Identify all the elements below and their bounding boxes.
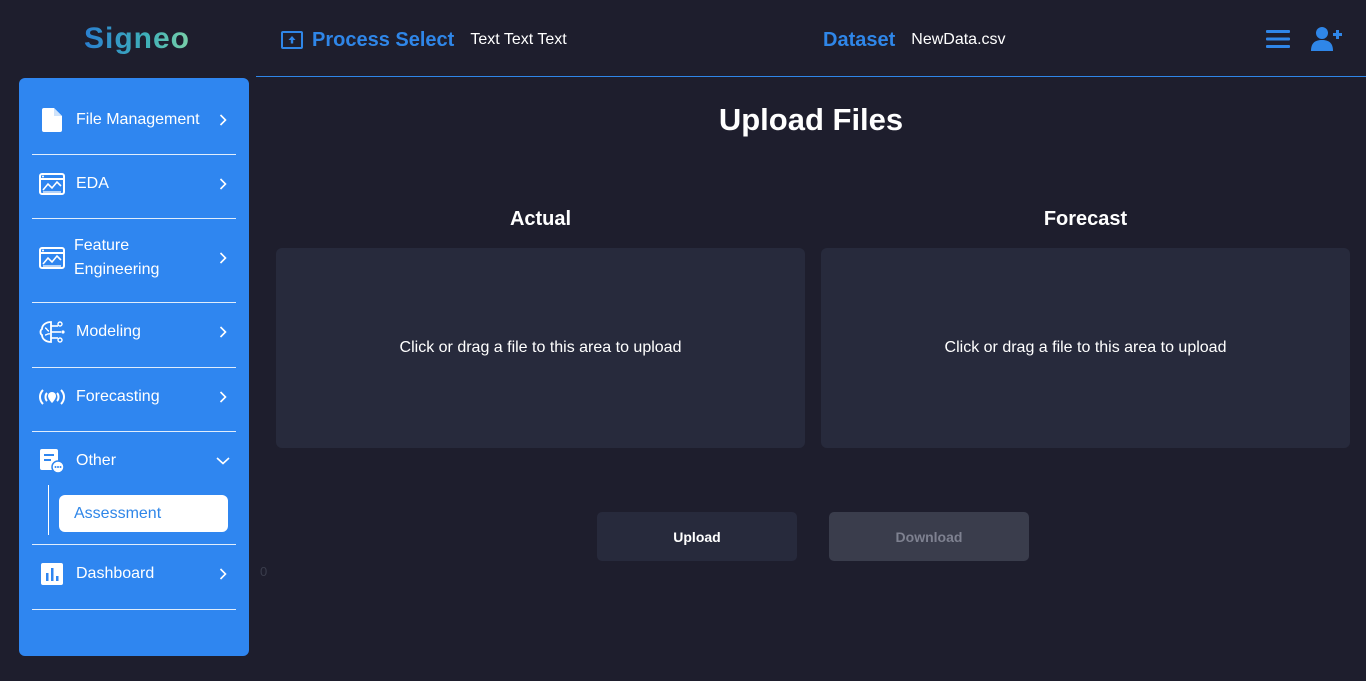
dataset-title: Dataset [823,28,896,51]
file-icon [38,106,66,134]
chevron-right-icon [216,567,230,581]
user-add-icon[interactable] [1310,26,1342,52]
sidebar-item-label: File Management [76,111,200,128]
sidebar-divider [32,218,236,219]
sidebar-divider [32,302,236,303]
submenu-guide-line [48,485,49,535]
sidebar-divider [32,367,236,368]
stray-text: 0 [260,564,268,579]
brain-circuit-icon [38,318,66,346]
sidebar-item-eda[interactable]: EDA [32,170,236,198]
header-divider [256,76,1366,77]
chevron-down-icon [216,454,230,468]
page-title: Upload Files [718,102,904,137]
sidebar-item-forecasting[interactable]: Forecasting [32,383,236,411]
process-select[interactable]: Process Select Text Text Text [281,28,567,52]
sidebar-item-feature-engineering[interactable]: Feature Engineering [32,234,236,282]
sidebar-item-label: Forecasting [76,388,160,405]
process-select-value: Text Text Text [470,31,567,48]
sidebar-divider [32,609,236,610]
document-chat-icon [38,447,66,475]
sidebar-divider [32,431,236,432]
sidebar-divider [32,544,236,545]
sidebar-item-label: Other [76,452,117,469]
download-button[interactable]: Download [829,512,1029,561]
forecast-title: Forecast [1043,208,1128,230]
process-select-title[interactable]: Process Select [312,29,454,52]
sidebar-item-dashboard[interactable]: Dashboard [32,560,236,588]
sidebar-item-label: Feature Engineering [74,237,160,278]
upload-box-icon [281,31,303,49]
sidebar-item-modeling[interactable]: Modeling [32,318,236,346]
upload-button[interactable]: Upload [597,512,797,561]
logo: Signeo [84,22,191,55]
sidebar-item-other[interactable]: Other [32,447,236,475]
hamburger-menu-icon[interactable] [1266,29,1290,49]
sidebar-item-label: EDA [76,175,109,192]
chevron-right-icon [216,113,230,127]
chevron-right-icon [216,325,230,339]
sidebar-item-label: Dashboard [76,565,155,582]
chevron-right-icon [216,177,230,191]
forecast-upload-dropzone[interactable]: Click or drag a file to this area to upl… [821,248,1350,448]
sidebar-item-file-management[interactable]: File Management [32,106,236,134]
sidebar-subitem-assessment[interactable]: Assessment [59,495,228,532]
sidebar: File Management EDA Feature Engineering [19,78,249,656]
actual-title: Actual [509,208,572,230]
broadcast-icon [38,383,66,411]
chevron-right-icon [216,251,230,265]
chart-window-icon [38,170,66,198]
sidebar-divider [32,154,236,155]
dataset-filename: NewData.csv [911,31,1006,48]
app-root: Signeo Process Select Text Text Text Dat… [0,0,1366,681]
chevron-right-icon [216,390,230,404]
bar-chart-icon [38,560,66,588]
dataset-info: Dataset NewData.csv [823,28,1006,52]
actual-upload-dropzone[interactable]: Click or drag a file to this area to upl… [276,248,805,448]
sidebar-item-label: Modeling [76,323,141,340]
chart-window-icon [38,244,66,272]
